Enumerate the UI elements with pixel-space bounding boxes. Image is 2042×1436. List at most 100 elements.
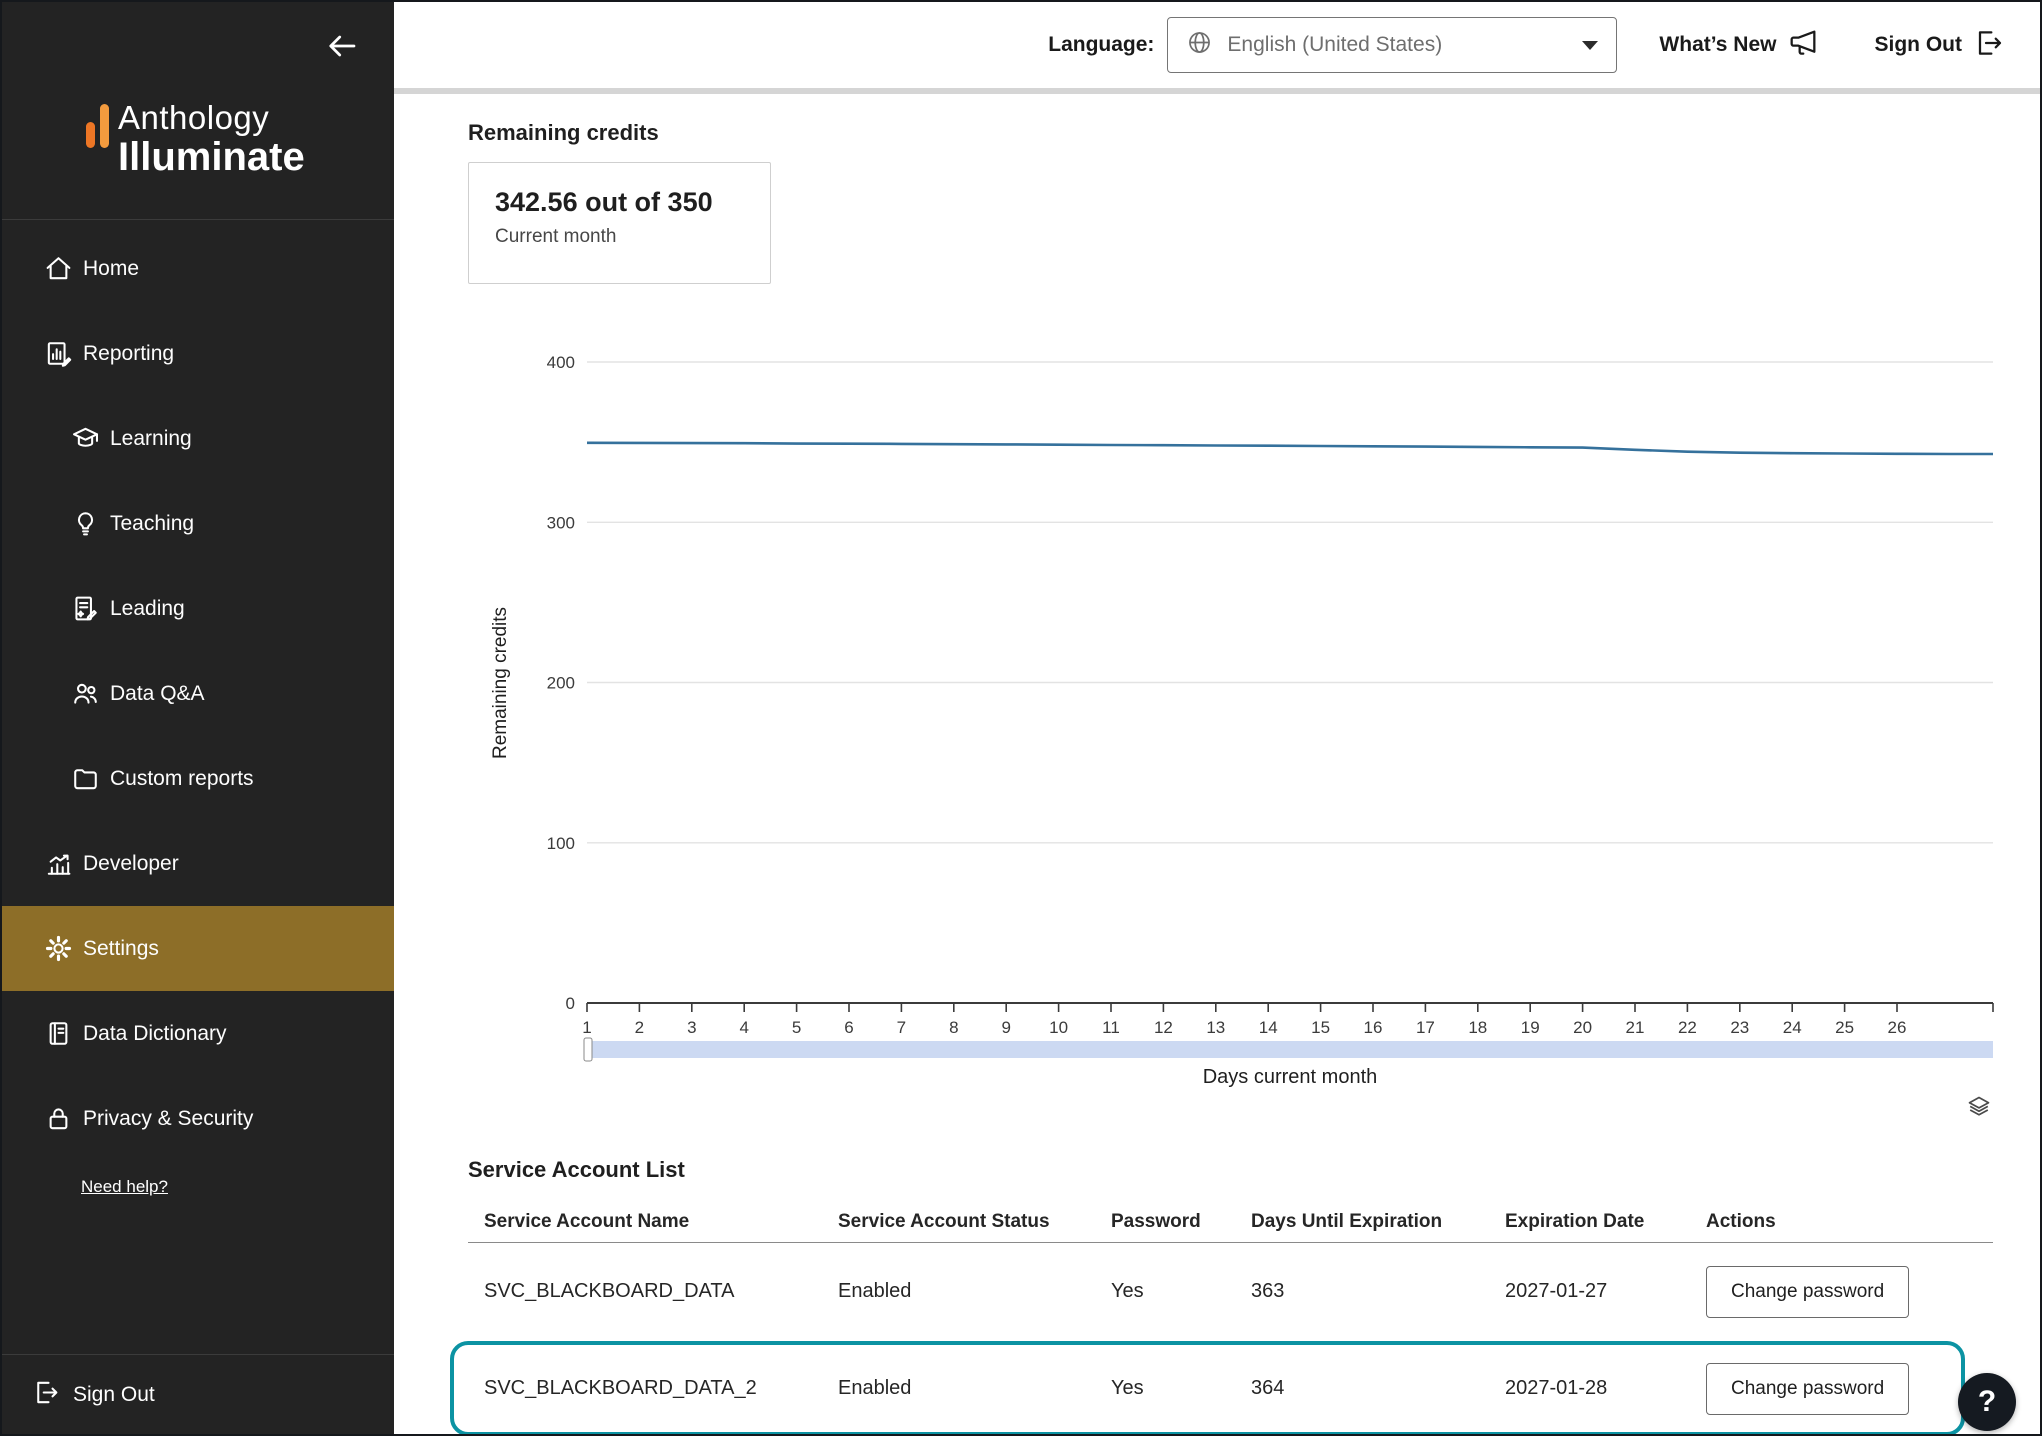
x-tick-label: 18 xyxy=(1468,1018,1487,1037)
change-password-button[interactable]: Change password xyxy=(1706,1363,1909,1415)
globe-icon xyxy=(1186,29,1213,61)
sidebar-item-developer[interactable]: Developer xyxy=(2,821,394,906)
sidebar-item-learning[interactable]: Learning xyxy=(2,396,394,481)
chevron-down-icon xyxy=(1582,41,1598,50)
credits-line-chart: 0100200300400123456789101112131415161718… xyxy=(468,348,1998,1143)
sidebar-item-data-dictionary[interactable]: Data Dictionary xyxy=(2,991,394,1076)
sidebar-sign-out[interactable]: Sign Out xyxy=(2,1354,394,1434)
graduation-cap-icon xyxy=(70,424,100,454)
x-tick-label: 10 xyxy=(1049,1018,1068,1037)
sidebar-item-label: Teaching xyxy=(110,512,194,536)
sidebar-item-leading[interactable]: Leading xyxy=(2,566,394,651)
col-password: Password xyxy=(1095,1211,1235,1233)
topbar: Language: English (United States) What’s… xyxy=(394,2,2040,94)
lock-icon xyxy=(43,1104,73,1134)
sidebar-item-label: Learning xyxy=(110,427,192,451)
cell-status: Enabled xyxy=(822,1280,1095,1303)
sidebar-sign-out-label: Sign Out xyxy=(73,1383,155,1407)
sidebar-item-label: Leading xyxy=(110,597,185,621)
sidebar-item-label: Data Dictionary xyxy=(83,1022,227,1046)
language-dropdown[interactable]: English (United States) xyxy=(1167,17,1617,73)
service-account-list-title: Service Account List xyxy=(468,1157,2040,1183)
topbar-sign-out-label: Sign Out xyxy=(1875,33,1963,57)
x-tick-label: 2 xyxy=(635,1018,644,1037)
x-tick-label: 6 xyxy=(844,1018,853,1037)
x-tick-label: 3 xyxy=(687,1018,696,1037)
sidebar-item-label: Developer xyxy=(83,852,179,876)
cell-name: SVC_BLACKBOARD_DATA_2 xyxy=(468,1377,822,1400)
table-row-highlighted: SVC_BLACKBOARD_DATA_2 Enabled Yes 364 20… xyxy=(468,1340,1993,1434)
table-header-row: Service Account Name Service Account Sta… xyxy=(468,1201,1993,1243)
col-expiration-date: Expiration Date xyxy=(1489,1211,1690,1233)
anthology-logo-icon xyxy=(86,100,109,152)
chart-range-handle[interactable] xyxy=(584,1038,592,1061)
x-tick-label: 4 xyxy=(739,1018,748,1037)
x-tick-label: 1 xyxy=(582,1018,591,1037)
sidebar-item-teaching[interactable]: Teaching xyxy=(2,481,394,566)
x-tick-label: 9 xyxy=(1001,1018,1010,1037)
sidebar-item-settings[interactable]: Settings xyxy=(2,906,394,991)
sidebar-item-home[interactable]: Home xyxy=(2,226,394,311)
people-icon xyxy=(70,679,100,709)
lightbulb-icon xyxy=(70,509,100,539)
sidebar-item-label: Privacy & Security xyxy=(83,1107,253,1131)
x-tick-label: 21 xyxy=(1626,1018,1645,1037)
layers-icon[interactable] xyxy=(1970,1098,1989,1115)
brand-name-line1: Anthology xyxy=(118,100,305,136)
x-tick-label: 14 xyxy=(1259,1018,1278,1037)
growth-chart-icon xyxy=(43,849,73,879)
sidebar-nav: Home Reporting Learning Teaching Leading… xyxy=(2,220,394,1197)
table-row: SVC_BLACKBOARD_DATA Enabled Yes 363 2027… xyxy=(468,1243,1993,1340)
cell-password: Yes xyxy=(1095,1377,1235,1400)
credits-summary-card: 342.56 out of 350 Current month xyxy=(468,162,771,284)
x-tick-label: 12 xyxy=(1154,1018,1173,1037)
y-tick-label: 400 xyxy=(547,353,575,372)
help-button[interactable]: ? xyxy=(1958,1373,2016,1431)
x-axis-label: Days current month xyxy=(1203,1066,1378,1088)
sidebar-item-label: Reporting xyxy=(83,342,174,366)
topbar-sign-out[interactable]: Sign Out xyxy=(1875,27,2005,64)
sidebar-header: Anthology Illuminate xyxy=(2,2,394,220)
whats-new-link[interactable]: What’s New xyxy=(1659,27,1818,64)
sidebar-item-reporting[interactable]: Reporting xyxy=(2,311,394,396)
sidebar: Anthology Illuminate Home Reporting Lear… xyxy=(2,2,394,1434)
need-help-link[interactable]: Need help? xyxy=(81,1177,168,1197)
cell-expiration: 2027-01-27 xyxy=(1489,1280,1690,1303)
credits-line-series xyxy=(587,443,1993,454)
remaining-credits-title: Remaining credits xyxy=(468,120,2040,146)
home-icon xyxy=(43,254,73,284)
x-tick-label: 22 xyxy=(1678,1018,1697,1037)
reporting-icon xyxy=(43,339,73,369)
collapse-sidebar-button[interactable] xyxy=(324,28,360,67)
language-selected-value: English (United States) xyxy=(1227,33,1568,57)
x-tick-label: 7 xyxy=(897,1018,906,1037)
cell-name: SVC_BLACKBOARD_DATA xyxy=(468,1280,822,1303)
whats-new-label: What’s New xyxy=(1659,33,1776,57)
sidebar-item-data-qa[interactable]: Data Q&A xyxy=(2,651,394,736)
sign-out-icon xyxy=(31,1378,60,1412)
x-tick-label: 5 xyxy=(792,1018,801,1037)
credits-value: 342.56 out of 350 xyxy=(495,187,744,218)
sidebar-item-privacy-security[interactable]: Privacy & Security xyxy=(2,1076,394,1161)
language-label: Language: xyxy=(1048,33,1154,57)
x-tick-label: 8 xyxy=(949,1018,958,1037)
x-tick-label: 19 xyxy=(1521,1018,1540,1037)
x-tick-label: 23 xyxy=(1730,1018,1749,1037)
cell-expiration: 2027-01-28 xyxy=(1489,1377,1690,1400)
cell-password: Yes xyxy=(1095,1280,1235,1303)
col-service-account-name: Service Account Name xyxy=(468,1211,822,1233)
cell-days: 364 xyxy=(1235,1377,1489,1400)
change-password-button[interactable]: Change password xyxy=(1706,1266,1909,1318)
sidebar-item-custom-reports[interactable]: Custom reports xyxy=(2,736,394,821)
arrow-left-icon xyxy=(324,52,360,67)
y-tick-label: 0 xyxy=(566,994,575,1013)
x-tick-label: 20 xyxy=(1573,1018,1592,1037)
page-content: Remaining credits 342.56 out of 350 Curr… xyxy=(394,94,2040,1434)
cell-days: 363 xyxy=(1235,1280,1489,1303)
y-tick-label: 300 xyxy=(547,513,575,532)
sidebar-item-label: Home xyxy=(83,257,139,281)
gear-icon xyxy=(43,934,73,964)
app-window: Anthology Illuminate Home Reporting Lear… xyxy=(0,0,2042,1436)
chart-range-slider[interactable] xyxy=(587,1041,1993,1058)
brand-logo: Anthology Illuminate xyxy=(86,100,305,178)
